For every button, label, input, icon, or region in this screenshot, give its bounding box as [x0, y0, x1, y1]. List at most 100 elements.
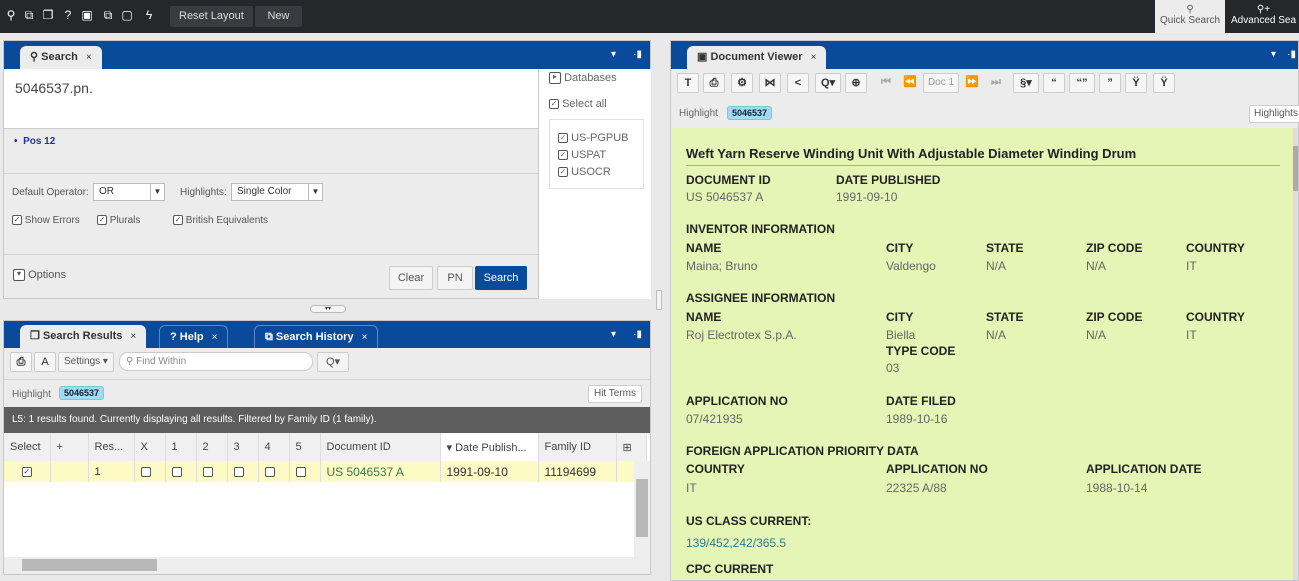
next-doc-icon[interactable]: ⏩	[961, 73, 983, 93]
default-operator-select[interactable]: OR ▼	[93, 183, 165, 201]
vertical-scrollbar[interactable]	[634, 461, 650, 557]
doc-number-input[interactable]: Doc 1	[923, 73, 959, 93]
open-quote-icon[interactable]: “	[1043, 73, 1065, 93]
tab-search-history[interactable]: ⧉ Search History ×	[254, 325, 379, 348]
panel-dock-icon[interactable]: ·▮	[1287, 49, 1296, 60]
column-header[interactable]: Family ID	[538, 433, 617, 461]
close-quote-icon[interactable]: ”	[1099, 73, 1121, 93]
panel-menu-icon[interactable]: ▾	[1271, 49, 1276, 60]
export-icon[interactable]: ⧉	[101, 8, 115, 22]
tab-help[interactable]: ? Help ×	[159, 325, 229, 348]
first-doc-icon[interactable]: ⏮	[875, 73, 897, 93]
vertical-splitter-handle[interactable]	[656, 290, 662, 310]
panel-dock-icon[interactable]: ·▮	[633, 49, 642, 60]
database-item[interactable]: ✓ USOCR	[558, 164, 643, 181]
advanced-search-tab[interactable]: ⚲+ Advanced Sea	[1228, 0, 1299, 33]
column-header[interactable]: 2	[196, 433, 228, 461]
databases-toggle[interactable]: ▸ Databases	[549, 72, 617, 85]
highlight-term-badge[interactable]: 5046537	[727, 106, 773, 120]
new-button[interactable]: New	[255, 6, 302, 27]
close-icon[interactable]: ×	[362, 332, 368, 343]
tab-document-viewer[interactable]: ▣ Document Viewer ×	[687, 46, 827, 69]
quotes-icon[interactable]: “”	[1069, 73, 1095, 93]
tag-add-icon[interactable]: Ÿ	[1125, 73, 1147, 93]
print-icon[interactable]: ⎙	[703, 73, 725, 93]
search-button[interactable]: Search	[475, 266, 527, 290]
checkbox[interactable]	[140, 466, 151, 477]
checkbox[interactable]	[202, 466, 213, 477]
prev-doc-icon[interactable]: ⏪	[899, 73, 921, 93]
tab-search-results[interactable]: ❐ Search Results ×	[20, 325, 147, 348]
options-toggle[interactable]: ▾ Options	[13, 269, 66, 282]
column-header[interactable]: 5	[289, 433, 321, 461]
help-icon[interactable]: ?	[61, 8, 75, 22]
collapse-icon[interactable]: ⋈	[759, 73, 781, 93]
highlight-term-badge[interactable]: 5046537	[59, 386, 105, 400]
pos-link[interactable]: • Pos 12	[14, 136, 55, 147]
reset-layout-button[interactable]: Reset Layout	[170, 6, 253, 27]
blank-page-icon[interactable]: ▢	[120, 8, 134, 22]
panel-menu-icon[interactable]: ▾	[611, 49, 616, 60]
select-all-checkbox[interactable]: ✓ Select all	[549, 98, 607, 110]
checkbox[interactable]	[264, 466, 275, 477]
column-header[interactable]: 1	[165, 433, 197, 461]
zoom-in-icon[interactable]: ⊕	[845, 73, 867, 93]
clear-button[interactable]: Clear	[389, 266, 433, 290]
checkbox-checked-icon[interactable]: ✓	[21, 466, 32, 477]
pn-button[interactable]: PN	[437, 266, 473, 290]
table-row[interactable]: ✓ 1 US 5046537 A 1991-09-10 11194699	[4, 461, 647, 482]
column-header[interactable]: X	[134, 433, 166, 461]
column-header[interactable]: 3	[227, 433, 259, 461]
print-icon[interactable]: ⎙	[10, 352, 32, 372]
close-icon[interactable]: ×	[811, 52, 817, 63]
close-icon[interactable]: ×	[212, 332, 218, 343]
share-icon[interactable]: <	[787, 73, 809, 93]
lightning-icon[interactable]: ϟ	[142, 8, 156, 22]
database-item[interactable]: ✓ US-PGPUB	[558, 130, 643, 147]
translate-icon[interactable]: T	[677, 73, 699, 93]
font-size-icon[interactable]: A	[34, 352, 56, 372]
tab-search[interactable]: ⚲ Search ×	[20, 46, 102, 69]
highlights-button[interactable]: Highlights	[1249, 105, 1299, 123]
save-icon[interactable]: ▣	[80, 8, 94, 22]
panel-dock-icon[interactable]: ·▮	[633, 329, 642, 340]
add-column-icon[interactable]: ⊞	[616, 433, 647, 461]
column-header[interactable]: Select	[4, 433, 51, 461]
query-input[interactable]: 5046537.pn.	[4, 69, 538, 129]
horizontal-scrollbar[interactable]	[4, 557, 650, 573]
us-class-link[interactable]: 139/452,242/365.5	[686, 536, 786, 550]
column-header[interactable]: Res...	[88, 433, 135, 461]
column-header[interactable]: 4	[258, 433, 290, 461]
hit-terms-button[interactable]: Hit Terms	[588, 385, 642, 403]
show-errors-checkbox[interactable]: ✓ Show Errors	[12, 215, 80, 226]
scrollbar-thumb[interactable]	[22, 559, 157, 571]
zoom-dropdown-icon[interactable]: Q▾	[815, 73, 841, 93]
scrollbar-thumb[interactable]	[636, 479, 648, 537]
highlights-select[interactable]: Single Color ▼	[231, 183, 323, 201]
tag-remove-icon[interactable]: Ÿ	[1153, 73, 1175, 93]
gear-icon[interactable]: ⚙	[731, 73, 753, 93]
find-within-input[interactable]: ⚲ Find Within	[119, 352, 313, 371]
panel-menu-icon[interactable]: ▾	[611, 329, 616, 340]
splitter-handle[interactable]: ▾▾	[310, 305, 346, 313]
search-copy-icon[interactable]: ⧉	[22, 8, 36, 22]
documents-icon[interactable]: ❐	[41, 8, 55, 22]
section-dropdown-icon[interactable]: §▾	[1013, 73, 1039, 93]
search-options-button[interactable]: Q▾	[317, 352, 349, 372]
scrollbar-thumb[interactable]	[1293, 146, 1298, 191]
british-equivalents-checkbox[interactable]: ✓ British Equivalents	[173, 215, 268, 226]
column-header[interactable]: Document ID	[320, 433, 441, 461]
checkbox[interactable]	[233, 466, 244, 477]
checkbox[interactable]	[295, 466, 306, 477]
search-icon[interactable]: ⚲	[4, 8, 18, 22]
vertical-scrollbar[interactable]	[1293, 128, 1298, 580]
column-header-sorted[interactable]: ▾ Date Publish...	[440, 433, 539, 461]
close-icon[interactable]: ×	[130, 331, 136, 342]
close-icon[interactable]: ×	[86, 52, 92, 63]
settings-dropdown[interactable]: Settings ▾	[58, 352, 114, 372]
document-id-link[interactable]: US 5046537 A	[320, 461, 441, 482]
checkbox[interactable]	[171, 466, 182, 477]
quick-search-tab[interactable]: ⚲ Quick Search	[1155, 0, 1225, 33]
last-doc-icon[interactable]: ⏭	[985, 73, 1007, 93]
database-item[interactable]: ✓ USPAT	[558, 147, 643, 164]
